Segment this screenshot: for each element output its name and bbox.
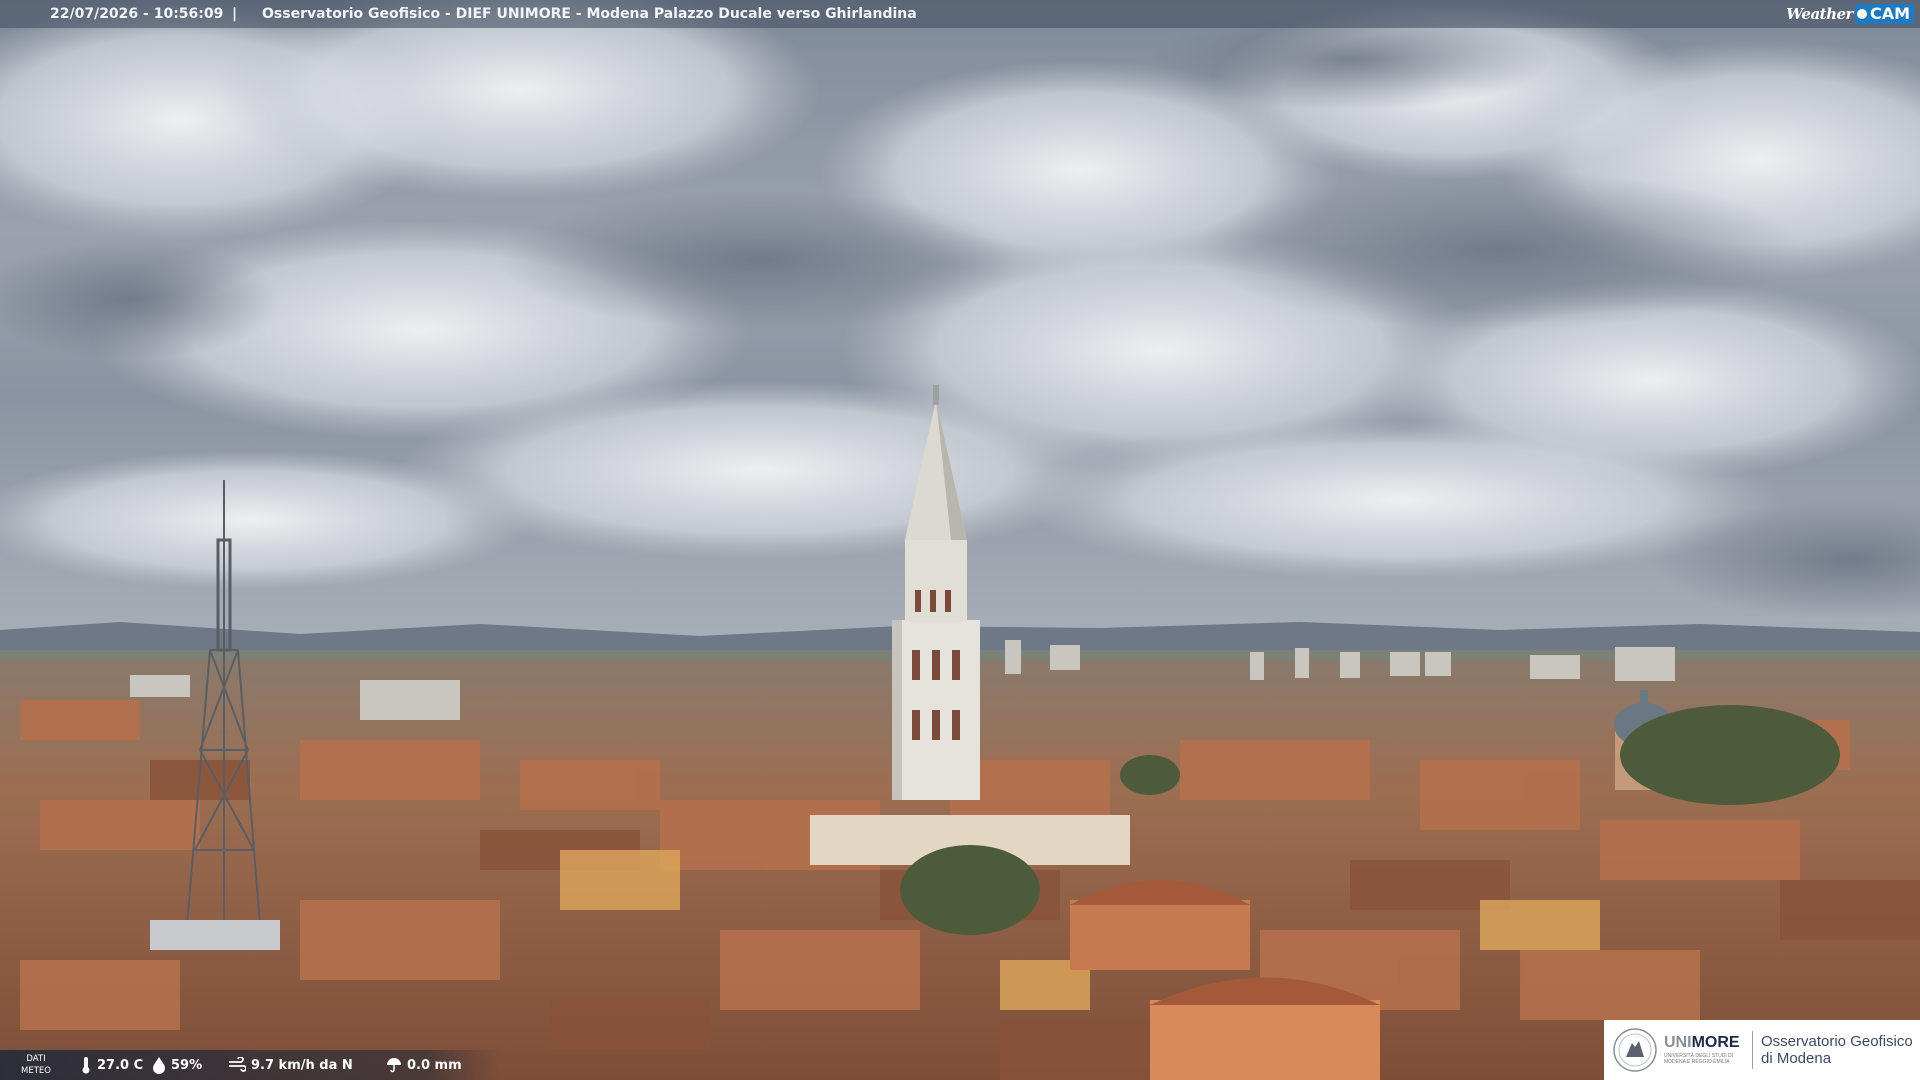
rain-reading: 0.0 mm [386, 1050, 462, 1080]
unimore-subtitle: UNIVERSITÀ DEGLI STUDI DI MODENA E REGGI… [1664, 1053, 1734, 1065]
umbrella-icon [387, 1058, 401, 1073]
university-seal-icon [1613, 1028, 1657, 1072]
humidity-reading: 59% [152, 1050, 202, 1080]
wind-icon [229, 1057, 246, 1072]
brand-cam: CAM [1869, 4, 1910, 23]
thermometer-icon [82, 1057, 90, 1074]
meteo-bar: DATI METEO 27.0 C 59% 9.7 km/h da N 0.0 … [0, 1050, 500, 1080]
header-separator: | [232, 6, 238, 22]
weathercam-logo: Weather CAM [1786, 3, 1914, 25]
temperature-reading: 27.0 C [80, 1050, 143, 1080]
wind-value: 9.7 km/h da N [251, 1057, 353, 1073]
meteo-label: DATI METEO [21, 1054, 51, 1076]
webcam-dot-icon [1856, 9, 1867, 19]
webcam-view [0, 0, 1920, 1080]
antenna-base [150, 920, 280, 950]
temperature-value: 27.0 C [97, 1057, 144, 1073]
wind-reading: 9.7 km/h da N [228, 1050, 353, 1080]
rain-value: 0.0 mm [407, 1057, 462, 1073]
timestamp: 22/07/2026 - 10:56:09 [50, 6, 224, 22]
observatory-line1: Osservatorio Geofisico [1761, 1033, 1913, 1050]
observatory-line2: di Modena [1761, 1050, 1832, 1067]
unimore-logo: UNIMORE UNIVERSITÀ DEGLI STUDI DI MODENA… [1604, 1020, 1920, 1080]
humidity-value: 59% [171, 1057, 203, 1073]
observatory-name: Osservatorio Geofisico di Modena [1761, 1033, 1913, 1067]
header-bar: 22/07/2026 - 10:56:09 | Osservatorio Geo… [0, 0, 1920, 28]
droplet-icon [153, 1057, 165, 1074]
logo-divider [1752, 1031, 1753, 1069]
camera-title: Osservatorio Geofisico - DIEF UNIMORE - … [262, 6, 917, 22]
unimore-name-a: UNI [1664, 1034, 1692, 1051]
brand-weather: Weather [1786, 5, 1853, 23]
unimore-name-b: MORE [1691, 1034, 1740, 1051]
